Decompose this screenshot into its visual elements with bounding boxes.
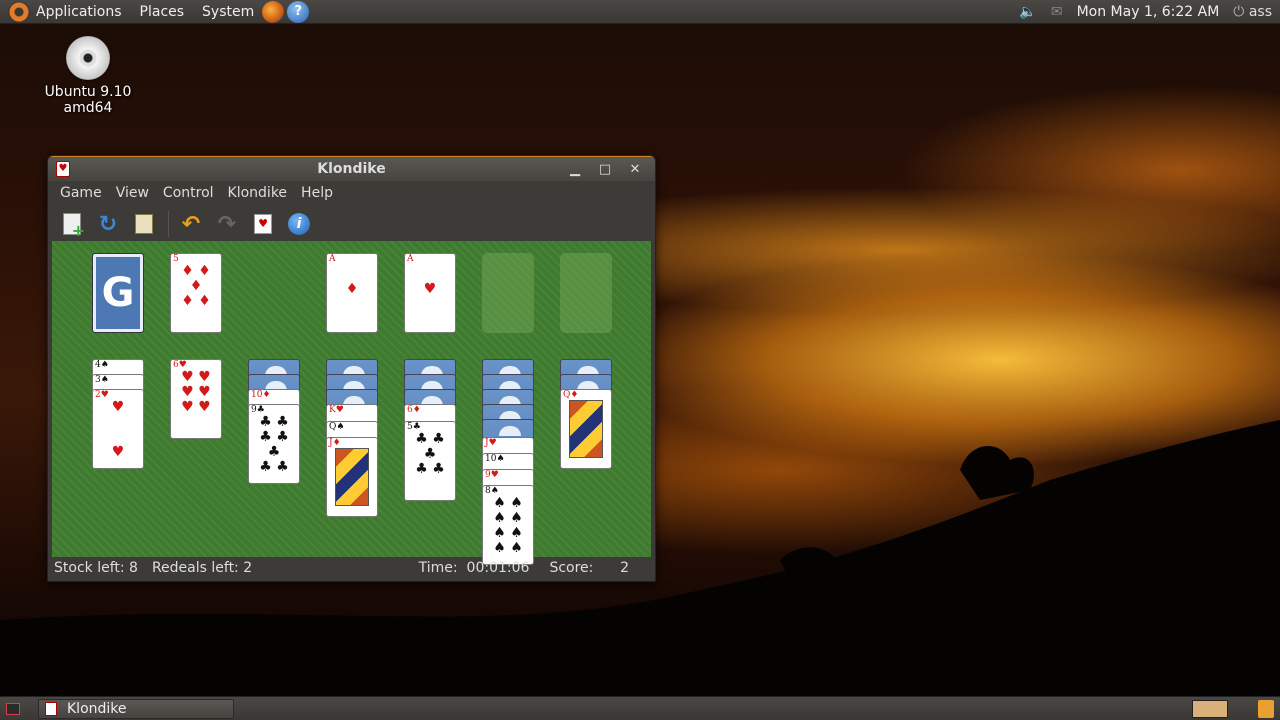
card-rank: 4♠ [95,360,109,370]
cd-icon [66,36,110,80]
game-score: Score: 2 [549,560,629,576]
card-rank: 6♦ [407,405,421,415]
card-pips: ♦ ♦ ♦ ♦ ♦ [181,263,211,309]
menu-places[interactable]: Places [140,4,185,20]
taskbar-button-klondike[interactable]: Klondike [38,698,234,719]
undo-icon[interactable]: ↶ [177,210,205,238]
window-titlebar[interactable]: ♥ Klondike ▁ □ ✕ [48,156,655,181]
time-value: 00:01:06 [466,560,530,576]
card-rank: Q♦ [563,390,579,400]
card-rank: 2♥ [95,390,109,400]
queen-face-image [569,400,603,458]
stock-mark: G [101,270,135,316]
card-rank: A [407,254,414,264]
menu-system[interactable]: System [202,4,254,20]
desktop-icon-label: Ubuntu 9.10 amd64 [44,84,132,116]
tableau-card[interactable]: 2♥ ♥ ♥ [92,389,144,469]
jack-face-image [335,448,369,506]
card-rank: 5 [173,254,179,264]
app-card-icon[interactable]: ♥ [56,161,70,177]
card-pips: ♦ [345,281,359,297]
tableau-card[interactable]: 8♠ ♠ ♠ ♠ ♠ ♠ ♠ ♠ ♠ [482,485,534,565]
menu-game[interactable]: Game [54,185,110,201]
tableau-card[interactable]: 6♥ ♥ ♥ ♥ ♥ ♥ ♥ [170,359,222,439]
card-rank: 3♠ [95,375,109,385]
new-game-icon [63,213,85,240]
foundation-slot[interactable] [482,253,534,333]
card-rank: A [329,254,336,264]
score-value: 2 [620,560,629,576]
restart-icon[interactable]: ↻ [94,210,122,238]
window-title: Klondike [317,161,386,177]
firefox-icon[interactable] [262,0,285,23]
game-time: Time: 00:01:06 [419,560,530,576]
mail-icon[interactable]: ✉ [1051,4,1063,20]
toolbar: ↻ ↶ ↷ ♥ i [48,205,655,243]
menu-help[interactable]: Help [295,185,341,201]
card-pips: ♣ ♣ ♣ ♣ ♣ [415,431,445,477]
system-tray: 🔈 ✉ Mon May 1, 6:22 AM ⏻ ass [1019,4,1272,20]
help-icon[interactable]: ? [287,0,310,23]
card-pips: ♥ [423,281,437,297]
tableau-card[interactable]: 9♣ ♣ ♣ ♣ ♣ ♣ ♣ ♣ [248,404,300,484]
deal-button[interactable]: ♥ [249,210,277,238]
ubuntu-logo-icon[interactable] [8,0,30,23]
menu-control[interactable]: Control [157,185,222,201]
user-name: ass [1248,3,1272,20]
power-icon: ⏻ [1233,3,1245,20]
card-rank: J♦ [329,438,341,448]
hint-icon [135,214,153,234]
card-rank: 10♠ [485,454,505,464]
foundation-slot[interactable] [560,253,612,333]
new-game-button[interactable] [58,210,86,240]
game-board[interactable]: G 5 ♦ ♦ ♦ ♦ ♦ A ♦ A ♥ 4♠ 3♠ 2♥ ♥ ♥ 6♥ ♥ ♥ ♥ … [52,241,651,565]
card-pips: ♥ ♥ [111,399,125,460]
hint-button[interactable] [130,210,158,238]
desktop-cd-icon[interactable]: Ubuntu 9.10 amd64 [20,36,156,116]
waste-card[interactable]: 5 ♦ ♦ ♦ ♦ ♦ [170,253,222,333]
card-rank: J♥ [485,438,497,448]
stock-pile[interactable]: G [92,253,144,333]
klondike-window: ♥ Klondike ▁ □ ✕ Game View Control Klond… [47,155,656,582]
stock-left: Stock left: 8 [54,560,138,576]
foundation-card[interactable]: A ♦ [326,253,378,333]
close-icon[interactable]: ✕ [625,162,645,177]
info-button[interactable]: i [285,210,313,238]
bottom-panel: Klondike [0,696,1280,720]
menu-klondike[interactable]: Klondike [222,185,296,201]
clock[interactable]: Mon May 1, 6:22 AM [1077,4,1220,20]
card-pips: ♥ ♥ ♥ ♥ ♥ ♥ [181,369,211,415]
maximize-icon[interactable]: □ [595,162,615,177]
show-desktop-icon[interactable] [6,702,20,715]
card-pips: ♣ ♣ ♣ ♣ ♣ ♣ ♣ [259,414,289,475]
user-menu[interactable]: ⏻ ass [1233,4,1272,20]
card-rank: 10♦ [251,390,271,400]
toolbar-separator [168,211,169,237]
card-rank: K♥ [329,405,344,415]
redeals-left: Redeals left: 2 [151,560,253,576]
menu-applications[interactable]: Applications [36,4,122,20]
menu-view[interactable]: View [110,185,157,201]
trash-icon[interactable] [1258,699,1274,718]
minimize-icon[interactable]: ▁ [565,162,585,177]
tableau-card[interactable]: 5♣ ♣ ♣ ♣ ♣ ♣ [404,421,456,501]
card-pips: ♠ ♠ ♠ ♠ ♠ ♠ ♠ ♠ [493,495,523,556]
menubar: Game View Control Klondike Help [48,181,655,205]
deal-icon: ♥ [254,214,272,234]
card-rank: 9♥ [485,470,499,480]
klondike-task-icon [45,701,57,716]
volume-icon[interactable]: 🔈 [1019,4,1036,20]
tableau-card[interactable]: Q♦ [560,389,612,469]
workspace-switcher[interactable] [1192,699,1228,718]
redo-icon: ↷ [217,211,237,237]
foundation-card[interactable]: A ♥ [404,253,456,333]
tableau-card[interactable]: J♦ [326,437,378,517]
score-label: Score: [549,560,594,576]
time-label: Time: [418,560,458,576]
status-bar: Stock left: 8 Redeals left: 2 Time: 00:0… [48,555,655,581]
card-rank: Q♠ [329,422,345,432]
info-icon: i [288,213,310,235]
task-label: Klondike [67,700,127,717]
top-panel: Applications Places System ? 🔈 ✉ Mon May… [0,0,1280,24]
